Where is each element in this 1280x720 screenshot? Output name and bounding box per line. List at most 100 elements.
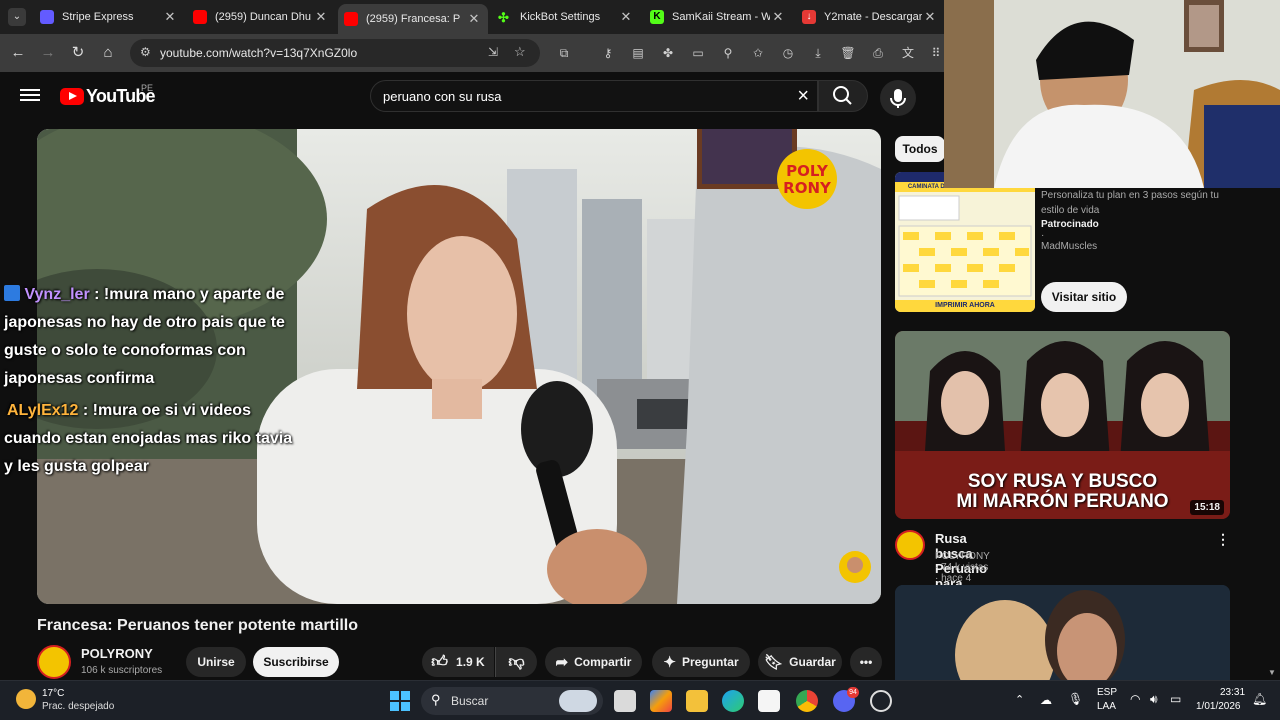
more-actions-button[interactable]: •••: [850, 647, 882, 677]
favorites-icon[interactable]: ✩: [750, 45, 766, 61]
forward-icon[interactable]: →: [38, 43, 58, 63]
video-player[interactable]: POLY RONY: [37, 129, 881, 604]
join-button[interactable]: Unirse: [186, 647, 246, 677]
address-bar[interactable]: ⚙ youtube.com/watch?v=13q7XnGZ0lo ⇲ ☆: [130, 39, 540, 67]
weather-temperature[interactable]: 17°C: [42, 688, 64, 699]
subscriber-count: 106 k suscriptores: [81, 665, 163, 676]
extension-puzzle-icon[interactable]: ✤: [660, 45, 676, 61]
reader-icon[interactable]: ▤: [630, 45, 646, 61]
recommended-video-thumbnail-2[interactable]: [895, 585, 1230, 680]
microphone-icon: [890, 89, 906, 108]
bookmark-star-icon[interactable]: ☆: [514, 44, 526, 60]
browser-tab-active[interactable]: (2959) Francesa: P ✕: [338, 4, 488, 34]
copilot-icon[interactable]: [650, 690, 672, 712]
chrome-icon[interactable]: [796, 690, 818, 712]
close-tab-icon[interactable]: ✕: [770, 9, 786, 25]
browser-tab[interactable]: (2959) Duncan Dhu ✕: [187, 4, 335, 30]
translate-icon[interactable]: 文: [900, 45, 916, 61]
search-icon: ⚲: [431, 692, 441, 707]
chat-username: Vynz_ler: [24, 286, 90, 303]
microsoft-store-icon[interactable]: [758, 690, 780, 712]
like-button[interactable]: 👍︎ 1.9 K: [422, 647, 494, 677]
reload-icon[interactable]: ↻: [68, 43, 88, 63]
input-region[interactable]: LAA: [1097, 701, 1116, 712]
advertiser-name: MadMuscles: [1041, 241, 1098, 252]
history-icon[interactable]: ◷: [780, 45, 796, 61]
ask-button[interactable]: ✦ Preguntar: [652, 647, 750, 677]
volume-icon[interactable]: 🔊︎: [1150, 692, 1158, 707]
delete-icon[interactable]: 🗑: [840, 45, 856, 61]
taskbar-search-box[interactable]: ⚲ Buscar: [421, 687, 603, 715]
browser-tab[interactable]: Stripe Express ✕: [34, 4, 184, 30]
subscribe-button[interactable]: Suscribirse: [253, 647, 339, 677]
thumbnail-caption-2: MI MARRÓN PERUANO: [956, 491, 1169, 512]
file-explorer-icon[interactable]: [686, 690, 708, 712]
join-label: Unirse: [197, 655, 235, 669]
chat-text: japonesas confirma: [4, 370, 155, 387]
channel-avatar[interactable]: [37, 645, 71, 679]
back-icon[interactable]: ←: [8, 43, 28, 63]
browser-tab[interactable]: ↓ Y2mate - Descargar ✕: [796, 4, 944, 30]
search-input[interactable]: peruano con su rusa ×: [370, 80, 818, 112]
visit-site-button[interactable]: Visitar sitio: [1041, 282, 1127, 312]
recommended-video-thumbnail[interactable]: SOY RUSA Y BUSCO MI MARRÓN PERUANO 15:18: [895, 331, 1230, 519]
share-button[interactable]: ➦ Compartir: [545, 647, 642, 677]
more-vertical-icon[interactable]: ⋮: [1216, 531, 1230, 548]
filter-chip-all[interactable]: Todos: [895, 136, 945, 162]
close-tab-icon[interactable]: ✕: [618, 9, 634, 25]
discord-notification-badge: 94: [847, 687, 859, 698]
task-view-icon[interactable]: [614, 690, 636, 712]
search-query-text[interactable]: peruano con su rusa: [383, 89, 502, 104]
notifications-bell-icon[interactable]: 🔔︎: [1252, 692, 1267, 706]
search-placeholder: Buscar: [451, 694, 489, 708]
channel-name[interactable]: POLYRONY: [81, 646, 153, 661]
clear-search-icon[interactable]: ×: [797, 85, 809, 108]
tab-search-button[interactable]: ⌄: [8, 8, 26, 26]
install-app-icon[interactable]: ⇲: [488, 45, 498, 59]
extensions-icon[interactable]: ⧉: [556, 45, 572, 61]
hamburger-menu-icon[interactable]: [20, 86, 40, 106]
close-tab-icon[interactable]: ✕: [466, 11, 482, 27]
recommended-channel-name[interactable]: POLYRONY: [935, 551, 990, 562]
voice-search-button[interactable]: [880, 80, 916, 116]
site-info-icon[interactable]: ⚙: [140, 45, 151, 59]
view-count: 74 k vistas: [941, 562, 989, 573]
tab-title: SamKaii Stream - Wa: [672, 11, 770, 23]
input-language[interactable]: ESP: [1097, 687, 1117, 698]
ad-thumbnail[interactable]: PLAN DE CAMINATA DE TAI CHI SEGÚN EL PES…: [895, 172, 1035, 312]
show-hidden-icons-chevron-icon[interactable]: ⌃: [1015, 693, 1024, 706]
password-key-icon[interactable]: ⚷: [600, 45, 616, 61]
obs-icon[interactable]: [870, 690, 892, 712]
save-button[interactable]: 🔖︎ Guardar: [758, 647, 842, 677]
sparkle-icon: ✦: [663, 654, 676, 671]
scroll-down-icon[interactable]: ▼: [1268, 668, 1276, 677]
url-text[interactable]: youtube.com/watch?v=13q7XnGZ0lo: [160, 46, 357, 60]
search-button[interactable]: [818, 80, 868, 112]
cloud-icon[interactable]: ☁: [1040, 693, 1052, 707]
clock-date[interactable]: 1/01/2026: [1196, 701, 1241, 712]
browser-tab[interactable]: ✣ KickBot Settings ✕: [492, 4, 640, 30]
home-icon[interactable]: ⌂: [98, 43, 118, 63]
close-tab-icon[interactable]: ✕: [162, 9, 178, 25]
ad-description: Personaliza tu plan en 3 pasos según tu …: [1041, 190, 1219, 216]
windows-taskbar: 17°C Prac. despejado ⚲ Buscar 94 ⌃ ☁ 🎙︎ …: [0, 680, 1280, 720]
windows-start-icon[interactable]: [389, 690, 411, 712]
close-tab-icon[interactable]: ✕: [313, 9, 329, 25]
youtube-page: YouTube PE peruano con su rusa × POLY RO…: [0, 72, 1276, 680]
battery-icon[interactable]: ▭: [1170, 692, 1181, 706]
recommended-channel-avatar[interactable]: [895, 530, 925, 560]
wifi-icon[interactable]: ◠: [1130, 692, 1140, 706]
dislike-button[interactable]: 👎︎: [495, 647, 537, 677]
download-icon[interactable]: ⤓: [810, 45, 826, 61]
print-icon[interactable]: ⎙: [870, 45, 886, 61]
edge-browser-icon[interactable]: [722, 690, 744, 712]
weather-description[interactable]: Prac. despejado: [42, 701, 114, 712]
location-pin-icon[interactable]: ⚲: [720, 45, 736, 61]
apps-grid-icon[interactable]: ⠿: [928, 45, 944, 61]
weather-sun-icon: [16, 689, 36, 709]
clock-time[interactable]: 23:31: [1220, 687, 1245, 698]
close-tab-icon[interactable]: ✕: [922, 9, 938, 25]
payment-card-icon[interactable]: ▭: [690, 45, 706, 61]
microphone-tray-icon[interactable]: 🎙︎: [1068, 692, 1083, 706]
browser-tab[interactable]: K SamKaii Stream - Wa ✕: [644, 4, 792, 30]
